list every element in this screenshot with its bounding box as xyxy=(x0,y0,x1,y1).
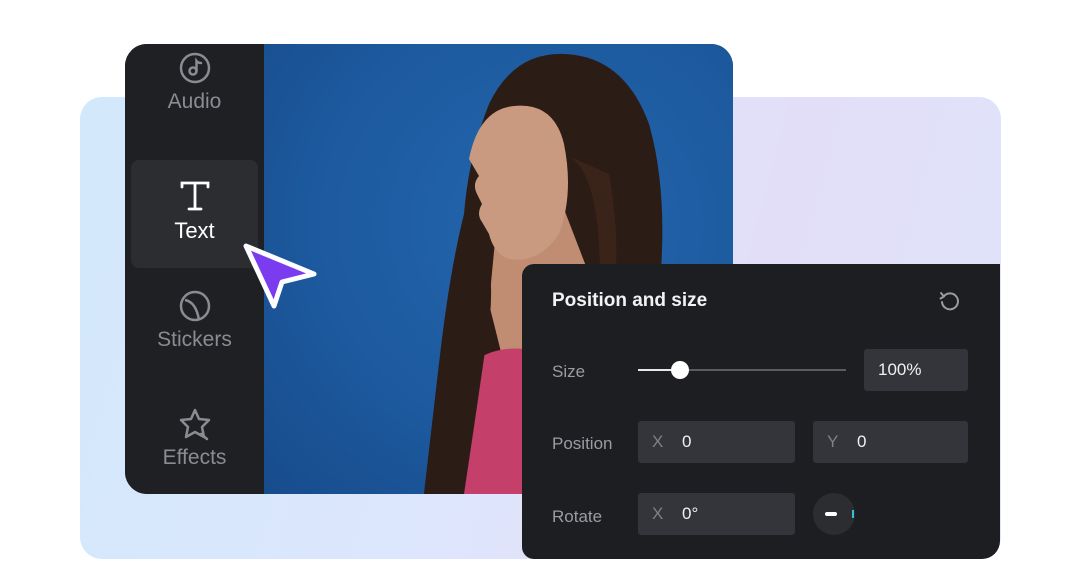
size-value: 100% xyxy=(878,360,922,379)
sidebar-item-label: Text xyxy=(174,218,215,243)
x-axis-label: X xyxy=(652,504,664,523)
rotate-dial-icon xyxy=(825,510,854,518)
size-slider[interactable] xyxy=(638,361,846,379)
y-axis-label: Y xyxy=(827,432,839,451)
sidebar-item-stickers[interactable]: Stickers xyxy=(131,286,258,394)
position-x-field[interactable]: X 0 xyxy=(638,421,795,463)
size-value-field[interactable]: 100% xyxy=(864,349,968,391)
text-icon xyxy=(177,176,213,216)
position-label: Position xyxy=(552,434,613,453)
x-axis-label: X xyxy=(652,432,664,451)
rotate-x-field[interactable]: X 0° xyxy=(638,493,795,535)
position-x-value: 0 xyxy=(682,432,692,451)
size-label: Size xyxy=(552,362,586,381)
sidebar-item-text[interactable]: Text xyxy=(131,160,258,268)
sidebar-item-effects[interactable]: Effects xyxy=(131,404,258,494)
stickers-icon xyxy=(177,286,213,326)
size-slider-handle[interactable] xyxy=(670,361,689,379)
rotate-dial[interactable] xyxy=(813,493,855,535)
position-size-panel: Position and size Size 100% Position X 0… xyxy=(522,264,1000,559)
sidebar-item-audio[interactable]: Audio xyxy=(131,48,258,156)
effects-icon xyxy=(177,404,213,444)
sidebar-item-label: Effects xyxy=(162,446,227,469)
rotate-x-value: 0° xyxy=(682,504,699,523)
position-y-value: 0 xyxy=(857,432,867,451)
audio-icon xyxy=(177,48,213,88)
reset-icon[interactable] xyxy=(938,290,962,314)
panel-title: Position and size xyxy=(552,290,708,311)
pointer-cursor-icon xyxy=(243,243,317,309)
rotate-label: Rotate xyxy=(552,507,603,526)
sidebar-item-label: Audio xyxy=(167,90,222,113)
position-y-field[interactable]: Y 0 xyxy=(813,421,968,463)
sidebar-item-label: Stickers xyxy=(157,328,232,351)
